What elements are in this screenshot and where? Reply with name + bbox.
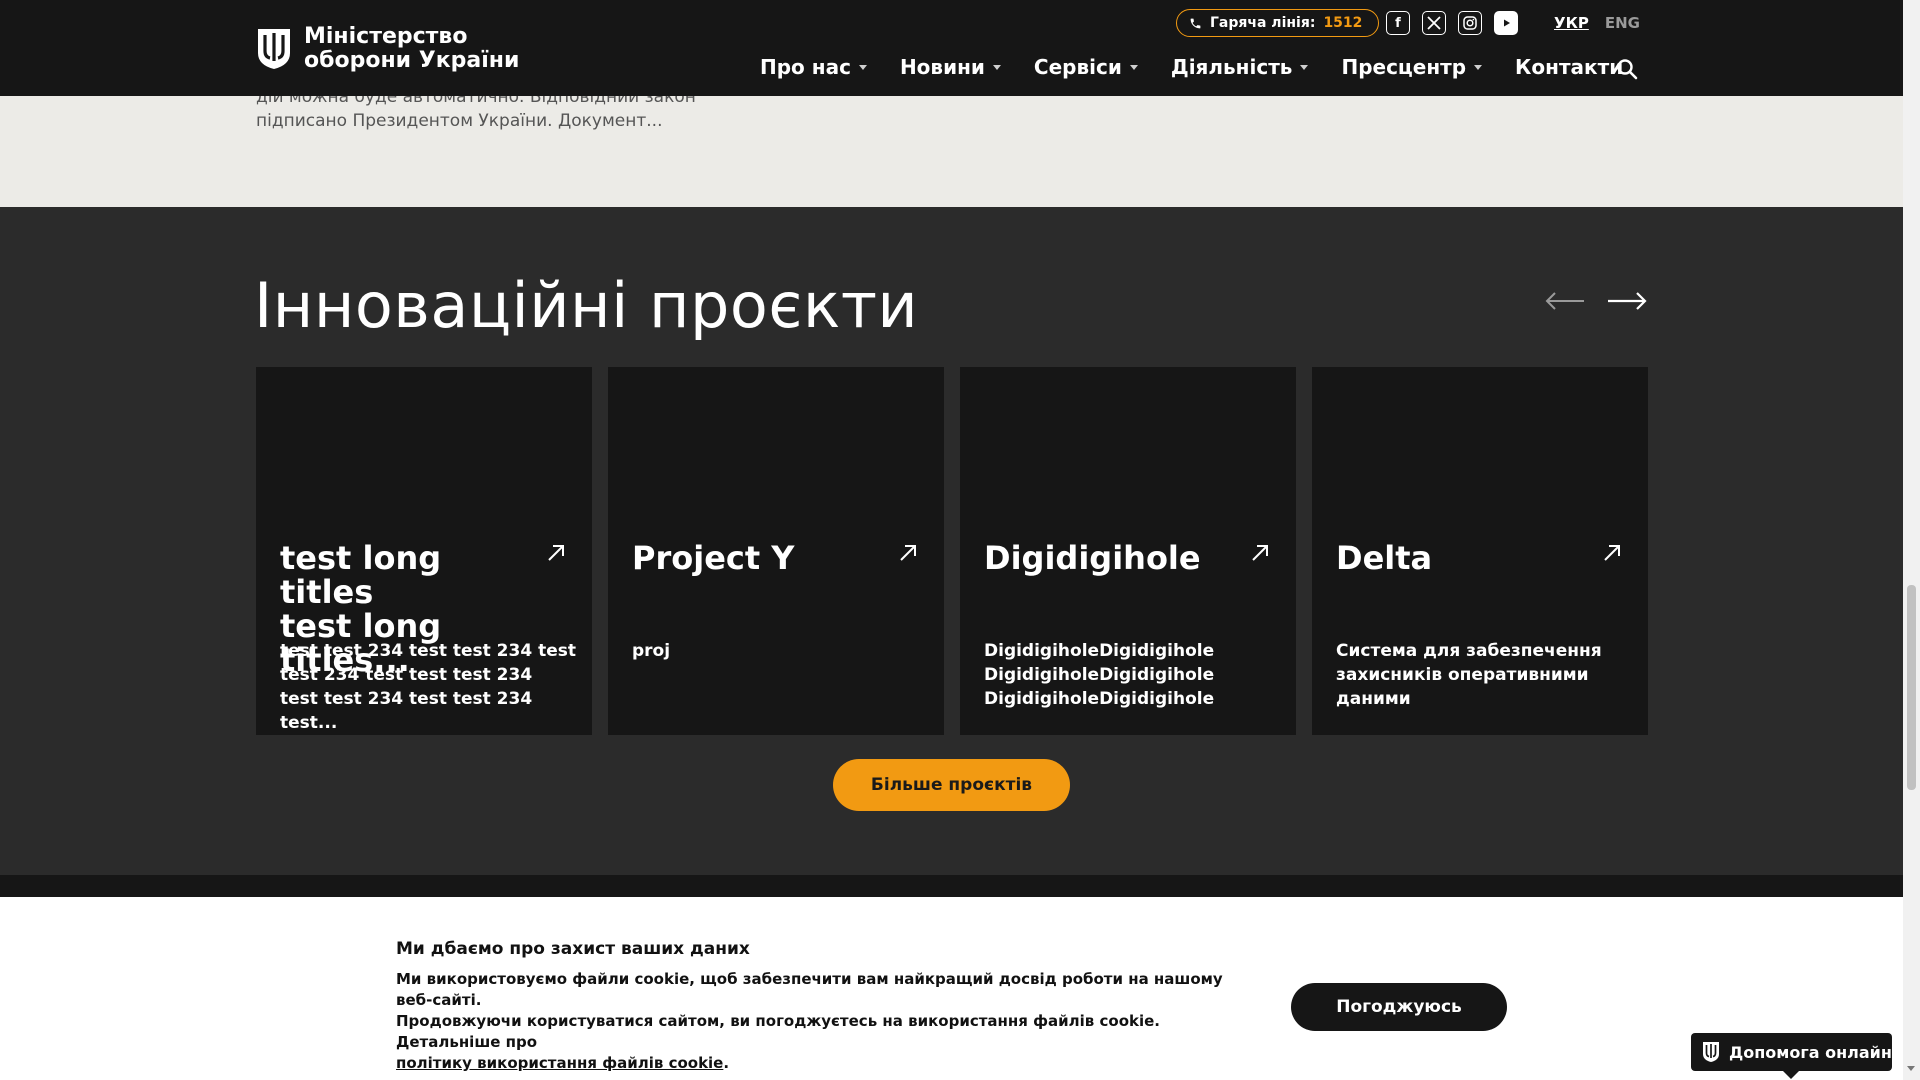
x-icon[interactable]	[1422, 11, 1446, 35]
arrow-up-right-icon	[1252, 545, 1268, 561]
cookie-text-line2: Продовжуючи користуватися сайтом, ви пог…	[396, 1012, 1160, 1051]
project-card-desc-line1: test test 234 test test 234 test	[280, 641, 576, 661]
section-title: Інноваційні проєкти	[254, 269, 919, 342]
project-card-desc-line2: DigidigiholeDigidigihole	[984, 665, 1215, 685]
facebook-icon[interactable]: f	[1386, 11, 1410, 35]
instagram-icon[interactable]	[1458, 11, 1482, 35]
chevron-down-icon	[1129, 64, 1138, 70]
site-logo[interactable]: Міністерство оборони України	[256, 25, 519, 73]
scrollbar-thumb[interactable]	[1907, 585, 1916, 790]
project-card-desc-line2: захисників оперативними	[1336, 665, 1589, 685]
social-links: f	[1386, 11, 1518, 35]
arrow-left-icon[interactable]	[1544, 290, 1586, 312]
arrow-right-icon[interactable]	[1606, 290, 1648, 312]
project-card[interactable]: test long titles test long titles... tes…	[256, 367, 592, 735]
youtube-icon[interactable]	[1494, 11, 1518, 35]
trident-logo-icon	[258, 29, 290, 69]
hotline-number: 1512	[1323, 15, 1363, 31]
scroll-down-icon[interactable]	[1907, 1066, 1915, 1071]
chevron-down-icon	[1474, 64, 1483, 70]
project-card-desc-line3: test test 234 test test 234 test...	[280, 689, 533, 733]
cookie-banner: Ми дбаємо про захист ваших даних Ми вико…	[0, 897, 1903, 1080]
nav-label-about: Про нас	[760, 55, 851, 79]
help-tail	[1782, 1070, 1800, 1079]
project-card-title-line1: test long titles	[280, 539, 442, 611]
main-nav: Про нас Новини Сервіси Діяльність Пресце…	[760, 55, 1656, 79]
nav-item-activity[interactable]: Діяльність	[1171, 55, 1309, 79]
nav-label-activity: Діяльність	[1170, 55, 1293, 79]
project-card-desc-line1: proj	[632, 641, 671, 661]
lang-eng[interactable]: ENG	[1605, 14, 1640, 32]
hotline-button[interactable]: Гаряча лінія: 1512	[1176, 9, 1380, 37]
arrow-up-right-icon	[548, 545, 564, 561]
project-card-desc-line3: даними	[1336, 689, 1411, 709]
project-card-desc-line1: DigidigiholeDigidigihole	[984, 641, 1215, 661]
cookie-policy-link[interactable]: політику використання файлів cookie	[396, 1054, 723, 1072]
nav-label-contacts: Контакти	[1515, 55, 1624, 79]
page-scrollbar[interactable]	[1903, 0, 1920, 1080]
arrow-up-right-icon	[900, 545, 916, 561]
site-header: Міністерство оборони України Гаряча ліні…	[0, 0, 1903, 96]
search-icon[interactable]	[1616, 58, 1638, 80]
nav-label-press: Пресцентр	[1341, 55, 1467, 79]
hotline-label: Гаряча лінія:	[1210, 15, 1316, 31]
logo-text-line2: оборони України	[304, 48, 520, 73]
nav-item-news[interactable]: Новини	[900, 55, 1001, 79]
project-card-desc-line3: DigidigiholeDigidigihole	[984, 689, 1215, 709]
nav-item-press[interactable]: Пресцентр	[1341, 55, 1483, 79]
nav-item-contacts[interactable]: Контакти	[1515, 55, 1623, 79]
arrow-up-right-icon	[1604, 545, 1620, 561]
cookie-text: Ми використовуємо файли cookie, щоб забе…	[396, 969, 1256, 1074]
project-card[interactable]: Digidigihole DigidigiholeDigidigihole Di…	[960, 367, 1296, 735]
cookie-title: Ми дбаємо про захист ваших даних	[396, 939, 750, 959]
footer-top-strip	[0, 875, 1903, 897]
language-switcher: УКР ENG	[1554, 14, 1640, 32]
projects-carousel: test long titles test long titles... tes…	[256, 367, 1648, 735]
news-excerpt-line2: підписано Президентом України. Документ.…	[256, 111, 663, 131]
more-projects-button[interactable]: Більше проєктів	[833, 759, 1070, 811]
cookie-agree-button[interactable]: Погоджуюсь	[1291, 983, 1507, 1031]
lang-ukr[interactable]: УКР	[1554, 14, 1589, 32]
nav-item-services[interactable]: Сервіси	[1034, 55, 1138, 79]
project-card-title-line1: Digidigihole	[984, 539, 1201, 577]
cookie-text-line1: Ми використовуємо файли cookie, щоб забе…	[396, 970, 1223, 1009]
phone-icon	[1190, 18, 1201, 28]
chevron-down-icon	[992, 64, 1001, 70]
logo-text-line1: Міністерство	[304, 24, 468, 49]
help-online-label: Допомога онлайн	[1729, 1042, 1892, 1062]
project-card-title-line1: Delta	[1336, 539, 1433, 577]
nav-item-about[interactable]: Про нас	[760, 55, 867, 79]
nav-label-services: Сервіси	[1033, 55, 1122, 79]
project-card-title-line1: Project Y	[632, 539, 795, 577]
chevron-down-icon	[1300, 64, 1309, 70]
projects-section: Інноваційні проєкти test long titles tes…	[0, 207, 1903, 875]
project-card[interactable]: Delta Система для забезпечення захисникі…	[1312, 367, 1648, 735]
project-card[interactable]: Project Y proj	[608, 367, 944, 735]
nav-label-news: Новини	[899, 55, 985, 79]
project-card-desc-line1: Система для забезпечення	[1336, 641, 1602, 661]
trident-logo-icon	[1703, 1042, 1719, 1062]
chevron-down-icon	[858, 64, 867, 70]
help-online-button[interactable]: Допомога онлайн	[1691, 1033, 1892, 1071]
project-card-desc-line2: test 234 test test test 234	[280, 665, 533, 685]
